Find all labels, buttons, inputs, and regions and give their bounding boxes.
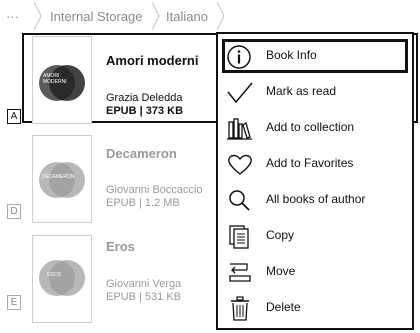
book-context-menu: Book Info Mark as read Add to collection… [216,32,414,330]
book-author: Grazia Deledda [106,92,183,104]
chevron-right-icon [216,1,225,31]
book-title: Decameron [106,146,177,161]
menu-item-label: Mark as read [266,84,337,98]
cover-title: EROS [47,272,62,278]
book-cover: EROS [32,235,92,323]
menu-item-label: Move [266,264,296,278]
menu-item-label: Book Info [266,48,317,62]
menu-item-label: Add to Favorites [266,156,354,170]
breadcrumb-item-internal-storage[interactable]: Internal Storage [50,9,143,24]
copy-icon [229,225,249,249]
menu-item-book-info[interactable]: Book Info [222,39,408,73]
book-title: Eros [106,239,135,254]
menu-item-delete[interactable]: Delete [222,291,408,325]
trash-icon [231,296,249,321]
book-cover: DECAMERON [32,135,92,223]
menu-item-mark-as-read[interactable]: Mark as read [222,75,408,109]
chevron-right-icon [151,1,160,31]
breadcrumb-item-italiano[interactable]: Italiano [166,9,208,24]
alphabet-letter: D [7,204,21,219]
bookshelf-icon [227,118,252,140]
book-author: Giovanni Boccaccio [106,184,203,196]
breadcrumb-more-button[interactable]: ··· [6,9,19,24]
menu-item-add-to-collection[interactable]: Add to collection [222,111,408,145]
menu-item-label: Copy [266,228,295,242]
book-meta: EPUB | 373 KB [106,105,184,117]
menu-item-copy[interactable]: Copy [222,219,408,253]
checkmark-icon [227,82,253,104]
alphabet-letter: E [7,295,21,310]
cover-art-icon [39,260,85,296]
alphabet-letter: A [7,109,21,124]
menu-item-label: Delete [266,300,301,314]
chevron-right-icon [33,1,42,31]
book-title: Amori moderni [106,53,199,68]
menu-item-add-to-favorites[interactable]: Add to Favorites [222,147,408,181]
menu-item-all-books-of-author[interactable]: All books of author [222,183,408,217]
book-author: Giovanni Verga [106,278,182,290]
breadcrumb: ··· Internal Storage Italiano [0,0,420,32]
menu-item-move[interactable]: Move [222,255,408,289]
cover-title: DECAMERON [42,174,75,180]
heart-icon [228,154,252,175]
menu-item-label: Add to collection [266,120,355,134]
search-icon [229,190,250,211]
info-icon [227,45,251,69]
menu-item-label: All books of author [266,192,366,206]
book-meta: EPUB | 531 KB [106,291,182,303]
book-meta: EPUB | 1.2 MB [106,197,180,209]
cover-title: AMORI MODERNI [43,73,67,85]
move-icon [229,263,251,282]
book-cover: AMORI MODERNI [32,36,92,124]
